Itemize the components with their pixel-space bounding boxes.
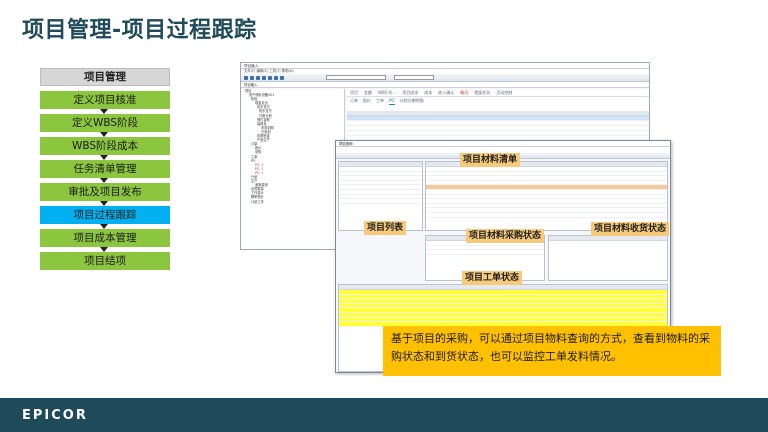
print-icon[interactable] [268,75,272,80]
delete-icon[interactable] [256,75,260,80]
company-field[interactable] [394,75,434,80]
table-row[interactable] [426,213,667,218]
material-list-pane [425,161,668,231]
save-icon[interactable] [250,75,254,80]
toolbar [241,74,649,82]
flow-step-define-wbs: 定义WBS阶段 [40,109,170,132]
subtab-po[interactable]: PO [389,97,395,105]
label-job-status: 项目工单状态 [462,271,523,285]
arrow-down-icon [100,109,108,114]
new-icon[interactable] [244,75,248,80]
subtab-jobs[interactable]: 工单 [376,97,384,105]
grid-header [549,236,667,241]
tree-node[interactable]: 计划工作 [241,200,344,204]
nav-bar: 项目输入 [241,82,649,88]
subtab-quotes[interactable]: 报价 [363,97,371,105]
flow-step-cost-management: 项目成本管理 [40,224,170,247]
tab-project[interactable]: 项目 [350,89,358,96]
tab-overview[interactable]: 概况 [460,89,468,96]
tab-open-tasks[interactable]: 遗留任务 [474,89,490,96]
table-row[interactable] [426,250,544,255]
flow-step-define-approval: 定义项目核准 [40,91,170,109]
arrow-down-icon [100,178,108,183]
tab-amount[interactable]: 金额 [364,89,372,96]
flow-step-approval-release: 审批及项目发布 [40,178,170,201]
slide: 项目管理-项目过程跟踪 项目管理 定义项目核准 定义WBS阶段 WBS阶段成本 … [0,0,768,432]
subtab-orders[interactable]: 订单 [350,97,358,105]
receipt-status-pane [548,235,668,281]
project-id-field[interactable] [326,75,386,80]
flow-step-process-tracking: 项目过程跟踪 [40,201,170,224]
tab-wbs[interactable]: WBS 阶... [378,89,396,96]
label-receipt-status: 项目材料收货状态 [591,222,670,236]
label-project-list: 项目列表 [364,221,407,235]
tab-project-cost[interactable]: 项目成本 [402,89,418,96]
attach-icon[interactable] [274,75,278,80]
refresh-icon[interactable] [262,75,266,80]
tab-activity-control[interactable]: 活动控制 [496,89,512,96]
arrow-down-icon [100,224,108,229]
epicor-logo: EPICOR [22,408,88,423]
footer-bar: EPICOR [0,398,768,432]
table-row[interactable] [347,131,649,136]
arrow-down-icon [100,155,108,160]
arrow-down-icon [100,132,108,137]
label-purchase-status: 项目材料采购状态 [466,229,545,243]
slide-title: 项目管理-项目过程跟踪 [22,18,257,43]
flow-step-project-close: 项目结项 [40,247,170,270]
arrow-down-icon [100,247,108,252]
list-item[interactable] [339,199,422,204]
help-icon[interactable] [280,75,284,80]
flow-header: 项目管理 [40,68,170,86]
label-material-list: 项目材料清单 [460,153,521,167]
tab-cost[interactable]: 成本 [424,89,432,96]
process-flow: 项目管理 定义项目核准 定义WBS阶段 WBS阶段成本 任务清单管理 审批及项目… [40,68,170,270]
flow-step-wbs-cost: WBS阶段成本 [40,132,170,155]
sub-tabs: 订单 报价 工单 PO 计划分期明细 [347,97,649,105]
tab-revenue[interactable]: 收入确认 [438,89,454,96]
arrow-down-icon [100,201,108,206]
callout-note: 基于项目的采购，可以通过项目物料查询的方式，查看到物料的采购状态和到货状态，也可… [383,326,721,376]
main-tabs: 项目 金额 WBS 阶... 项目成本 成本 收入确认 概况 遗留任务 活动控制 [347,89,649,97]
flow-step-task-list: 任务清单管理 [40,155,170,178]
subtab-schedule[interactable]: 计划分期明细 [400,97,424,105]
tree-view: 项目 资产储存设备001 阶段 现金支出 初步支付 初步支付 付款计划 预付金额… [241,89,345,249]
